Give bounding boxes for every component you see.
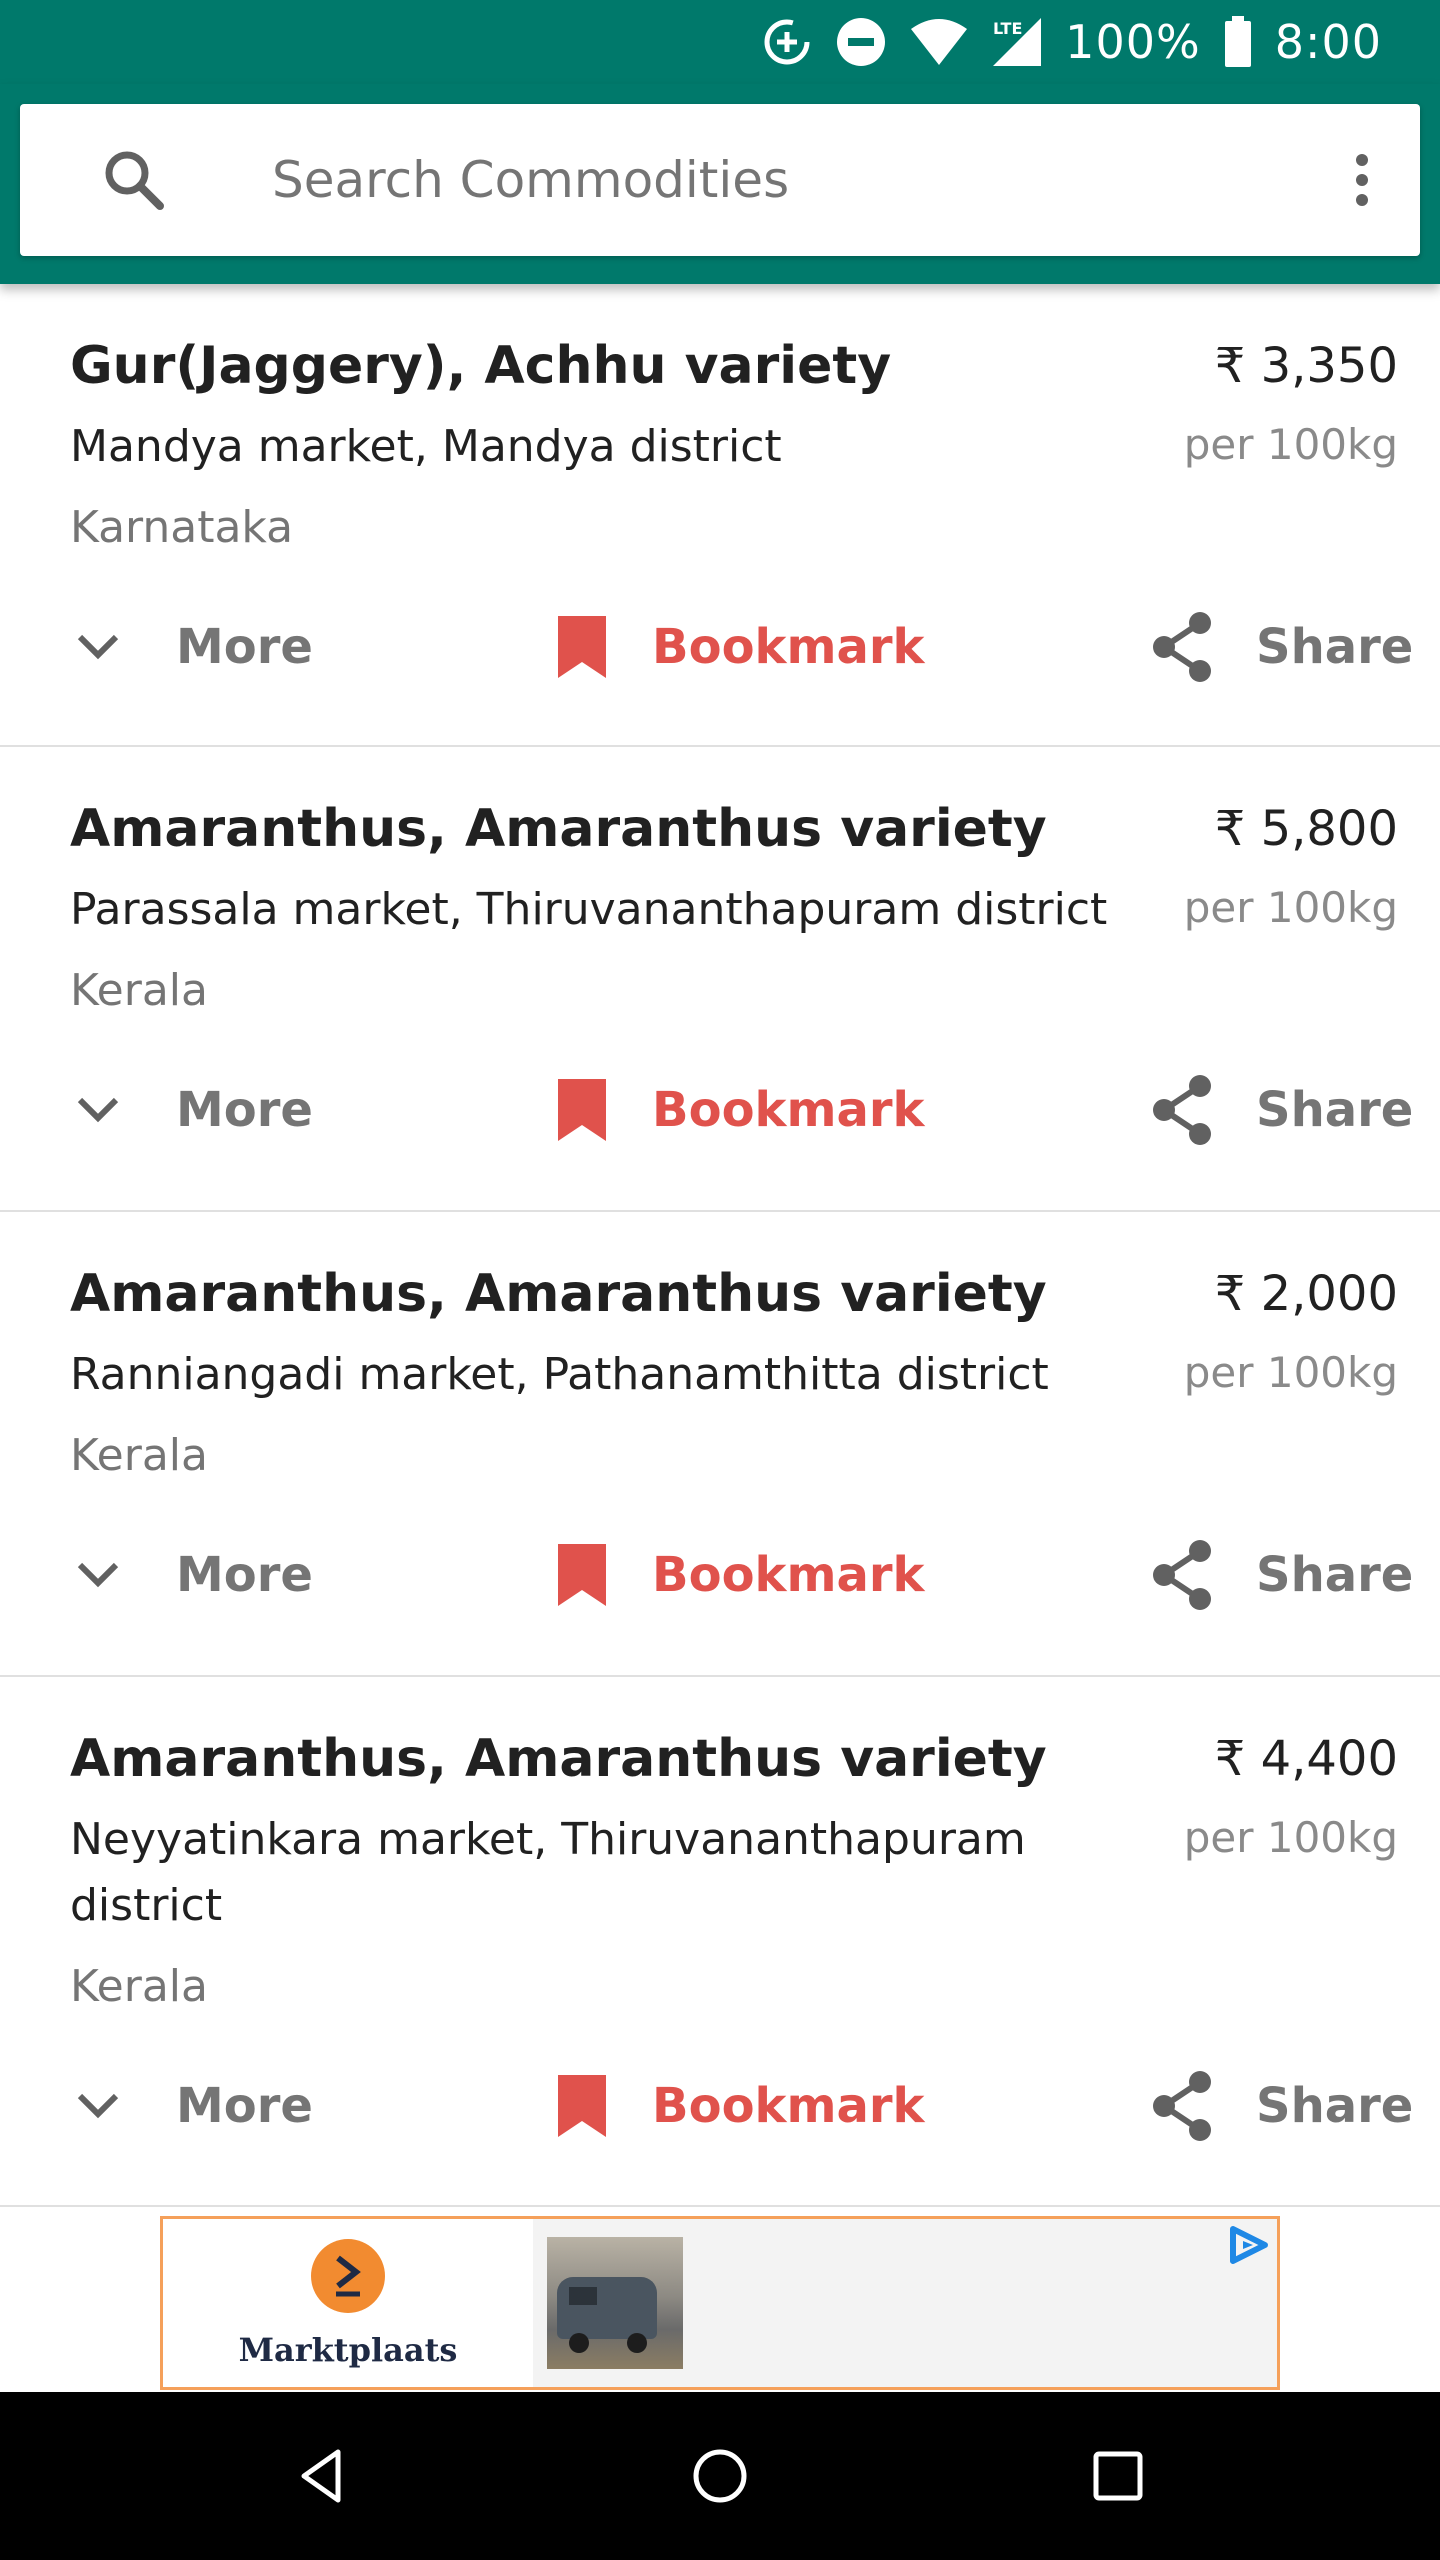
recents-button[interactable] (1078, 2436, 1158, 2516)
more-button[interactable]: More (70, 1530, 313, 1620)
ad-image[interactable] (547, 2237, 683, 2369)
bookmark-icon (558, 616, 606, 678)
adchoices-icon[interactable] (1225, 2223, 1273, 2271)
ad-brand-panel[interactable]: Marktplaats (163, 2219, 533, 2387)
list-item: Gur(Jaggery), Achhu variety ₹ 3,350 Mand… (0, 284, 1440, 747)
market-name: Mandya market, Mandya district (70, 421, 782, 472)
lte-signal-icon: LTE (991, 16, 1043, 68)
chevron-down-icon (77, 1097, 119, 1123)
more-button[interactable]: More (70, 1065, 313, 1155)
price-unit: per 100kg (1183, 1813, 1398, 1862)
bookmark-icon (558, 1544, 606, 1606)
bookmark-icon (558, 2075, 606, 2137)
back-triangle-icon (301, 2449, 341, 2503)
commodity-price: ₹ 2,000 (1214, 1266, 1398, 1322)
ad-banner[interactable]: Marktplaats (160, 2216, 1280, 2390)
state-name: Kerala (70, 965, 208, 1016)
navigation-bar (0, 2392, 1440, 2560)
more-button[interactable]: More (70, 602, 313, 692)
list-item: Amaranthus, Amaranthus variety ₹ 4,400 N… (0, 1677, 1440, 2207)
price-unit: per 100kg (1183, 1348, 1398, 1397)
bookmark-label: Bookmark (652, 619, 925, 675)
data-saver-icon (761, 16, 813, 68)
share-label: Share (1256, 2078, 1414, 2134)
marktplaats-logo-icon (311, 2239, 385, 2313)
clock: 8:00 (1274, 15, 1382, 69)
bookmark-button[interactable]: Bookmark (556, 2061, 924, 2151)
bookmark-label: Bookmark (652, 1082, 925, 1138)
home-button[interactable] (680, 2436, 760, 2516)
price-unit: per 100kg (1183, 883, 1398, 932)
share-icon (1153, 612, 1211, 682)
share-button[interactable]: Share (1148, 1530, 1413, 1620)
share-label: Share (1256, 1547, 1414, 1603)
overflow-menu-icon[interactable] (1340, 148, 1384, 212)
list-item: Amaranthus, Amaranthus variety ₹ 5,800 P… (0, 747, 1440, 1212)
share-button[interactable]: Share (1148, 602, 1413, 692)
commodity-price: ₹ 5,800 (1214, 801, 1398, 857)
search-input[interactable] (272, 140, 1272, 220)
commodity-price: ₹ 3,350 (1214, 338, 1398, 394)
share-button[interactable]: Share (1148, 2061, 1413, 2151)
state-name: Kerala (70, 1961, 208, 2012)
recents-square-icon (1093, 2451, 1143, 2501)
ad-content[interactable] (533, 2219, 1277, 2387)
more-label: More (176, 2078, 313, 2134)
card-actions: More Bookmark Share (0, 602, 1440, 692)
card-actions: More Bookmark Share (0, 1065, 1440, 1155)
card-actions: More Bookmark Share (0, 1530, 1440, 1620)
status-bar: LTE 100% 8:00 (0, 0, 1440, 84)
commodity-title: Gur(Jaggery), Achhu variety (70, 336, 892, 396)
commodity-list: Gur(Jaggery), Achhu variety ₹ 3,350 Mand… (0, 284, 1440, 2207)
bookmark-button[interactable]: Bookmark (556, 1065, 924, 1155)
bookmark-label: Bookmark (652, 2078, 925, 2134)
commodity-title: Amaranthus, Amaranthus variety (70, 1264, 1047, 1324)
ad-brand-name: Marktplaats (238, 2331, 458, 2369)
home-circle-icon (693, 2449, 747, 2503)
market-name: Ranniangadi market, Pathanamthitta distr… (70, 1349, 1049, 1400)
share-label: Share (1256, 619, 1414, 675)
battery-icon (1223, 16, 1253, 68)
more-label: More (176, 619, 313, 675)
bookmark-button[interactable]: Bookmark (556, 1530, 924, 1620)
commodity-price: ₹ 4,400 (1214, 1731, 1398, 1787)
state-name: Kerala (70, 1430, 208, 1481)
more-label: More (176, 1547, 313, 1603)
bookmark-icon (558, 1079, 606, 1141)
share-icon (1153, 2071, 1211, 2141)
more-label: More (176, 1082, 313, 1138)
market-name: Parassala market, Thiruvananthapuram dis… (70, 884, 1108, 935)
battery-percent: 100% (1065, 15, 1201, 69)
card-actions: More Bookmark Share (0, 2061, 1440, 2151)
search-icon[interactable] (102, 148, 166, 216)
share-icon (1153, 1075, 1211, 1145)
bookmark-button[interactable]: Bookmark (556, 602, 924, 692)
app-bar (0, 84, 1440, 284)
search-bar[interactable] (20, 104, 1420, 256)
do-not-disturb-icon (835, 16, 887, 68)
more-button[interactable]: More (70, 2061, 313, 2151)
price-unit: per 100kg (1183, 420, 1398, 469)
list-item: Amaranthus, Amaranthus variety ₹ 2,000 R… (0, 1212, 1440, 1677)
commodity-title: Amaranthus, Amaranthus variety (70, 1729, 1047, 1789)
share-label: Share (1256, 1082, 1414, 1138)
bookmark-label: Bookmark (652, 1547, 925, 1603)
chevron-down-icon (77, 634, 119, 660)
chevron-down-icon (77, 2093, 119, 2119)
share-icon (1153, 1540, 1211, 1610)
commodity-title: Amaranthus, Amaranthus variety (70, 799, 1047, 859)
state-name: Karnataka (70, 502, 294, 553)
wifi-icon (909, 17, 969, 67)
share-button[interactable]: Share (1148, 1065, 1413, 1155)
back-button[interactable] (282, 2436, 362, 2516)
market-name: Neyyatinkara market, Thiruvananthapuram … (70, 1814, 1026, 1931)
svg-text:LTE: LTE (993, 19, 1022, 38)
chevron-down-icon (77, 1562, 119, 1588)
